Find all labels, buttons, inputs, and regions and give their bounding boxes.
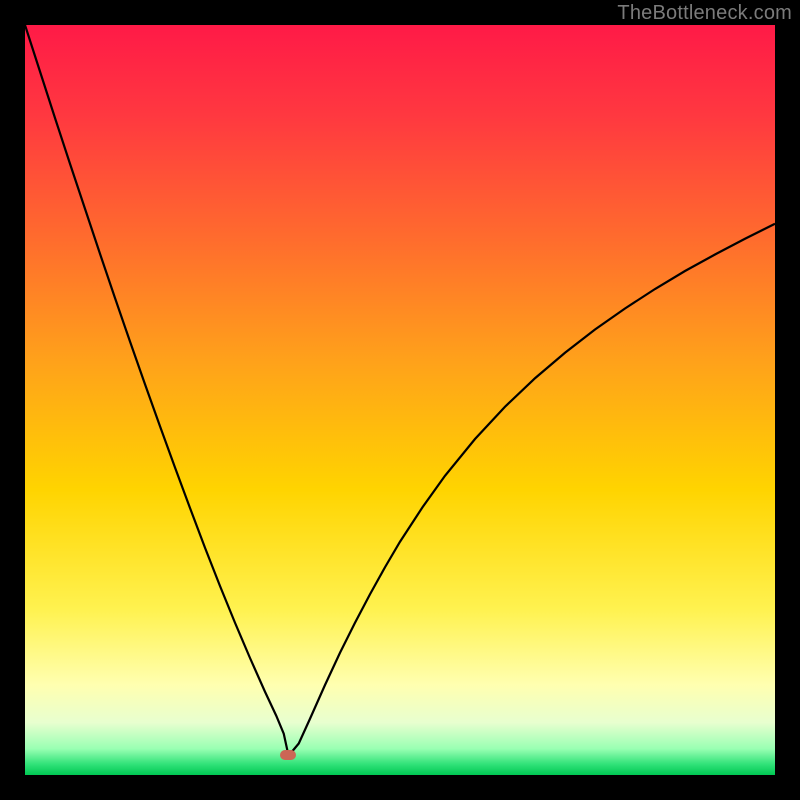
plot-area [25, 25, 775, 775]
vertex-marker [280, 750, 296, 760]
chart-stage: TheBottleneck.com [0, 0, 800, 800]
curve [25, 25, 775, 753]
watermark: TheBottleneck.com [617, 2, 792, 25]
curve-layer [25, 25, 775, 775]
